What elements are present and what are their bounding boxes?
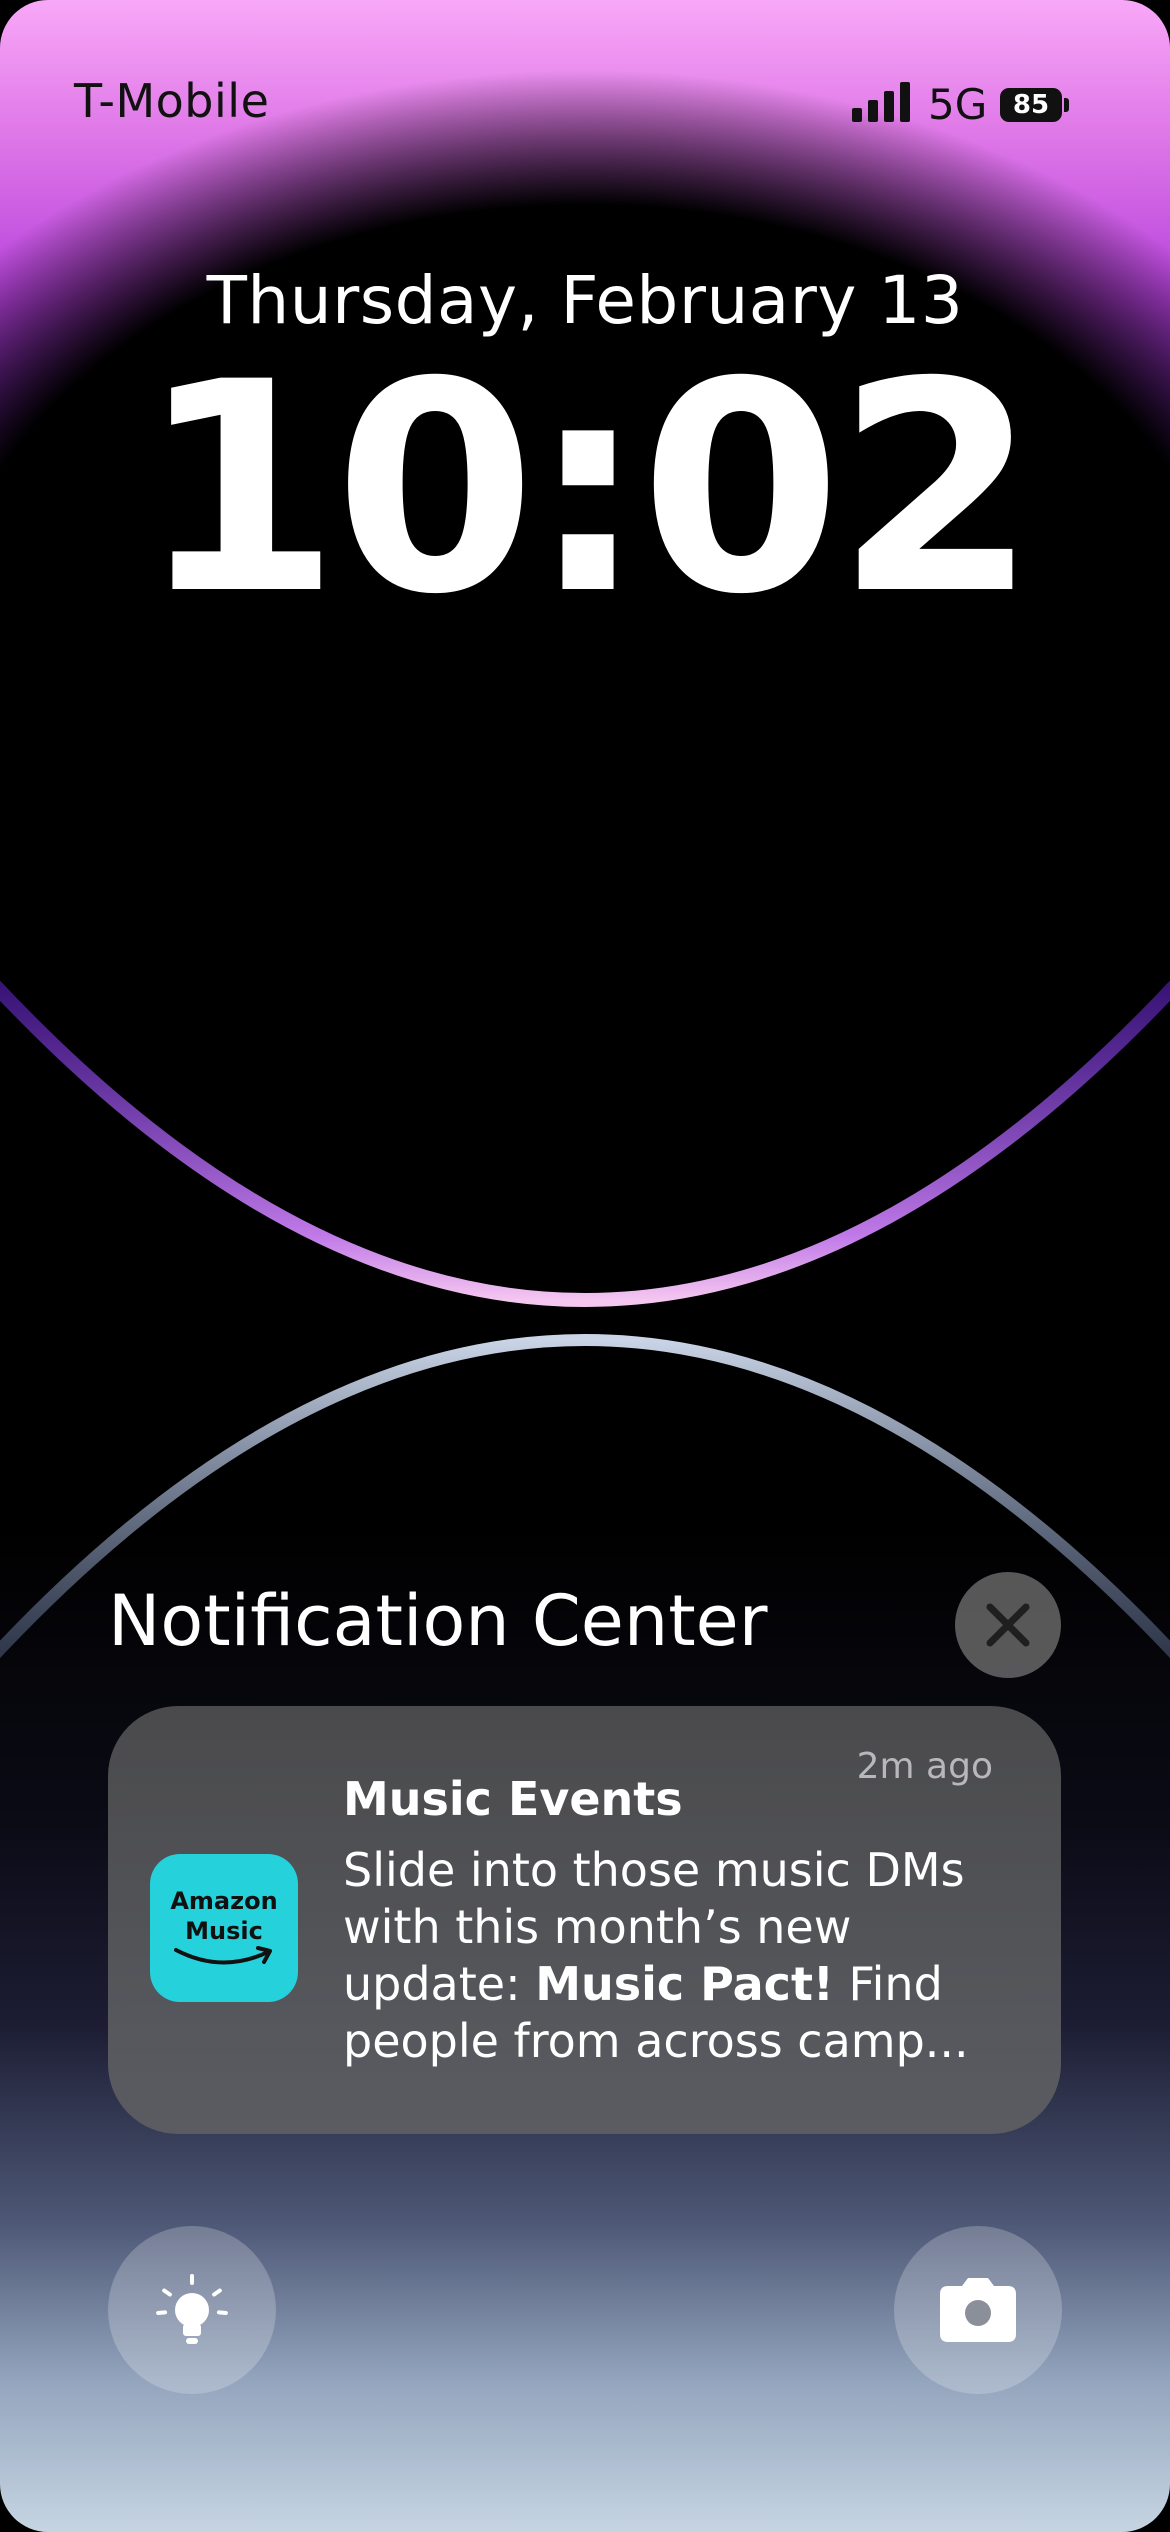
battery-icon: 85 [1000,88,1062,122]
network-type: 5G [928,80,988,129]
notification-center-close-button[interactable] [955,1572,1061,1678]
notification-card[interactable]: Amazon Music 2m ago Music Events Slide i… [108,1706,1061,2134]
lock-screen: T-Mobile 5G 85 Thursday, February 13 10:… [0,0,1170,2532]
camera-icon [940,2278,1016,2342]
amazon-smile-icon [174,1946,272,1965]
notification-time: 2m ago [856,1746,993,1787]
battery-level: 85 [1012,90,1050,120]
app-icon-label: Amazon Music [170,1887,278,1945]
cellular-signal-icon [852,82,910,122]
flashlight-button[interactable] [108,2226,276,2394]
notification-title: Music Events [343,1772,683,1826]
close-icon [986,1603,1030,1647]
notification-body-bold: Music Pact! [535,1957,834,2011]
battery-cap [1064,98,1069,112]
flashlight-icon [156,2274,228,2344]
lock-time: 10:02 [138,321,1037,658]
status-bar: T-Mobile 5G 85 [0,0,1170,200]
amazon-music-app-icon: Amazon Music [150,1854,298,2002]
notification-body: Slide into those music DMs with this mon… [343,1842,1003,2070]
notification-center-title: Notification Center [108,1580,768,1662]
carrier-name: T-Mobile [74,74,270,128]
camera-button[interactable] [894,2226,1062,2394]
